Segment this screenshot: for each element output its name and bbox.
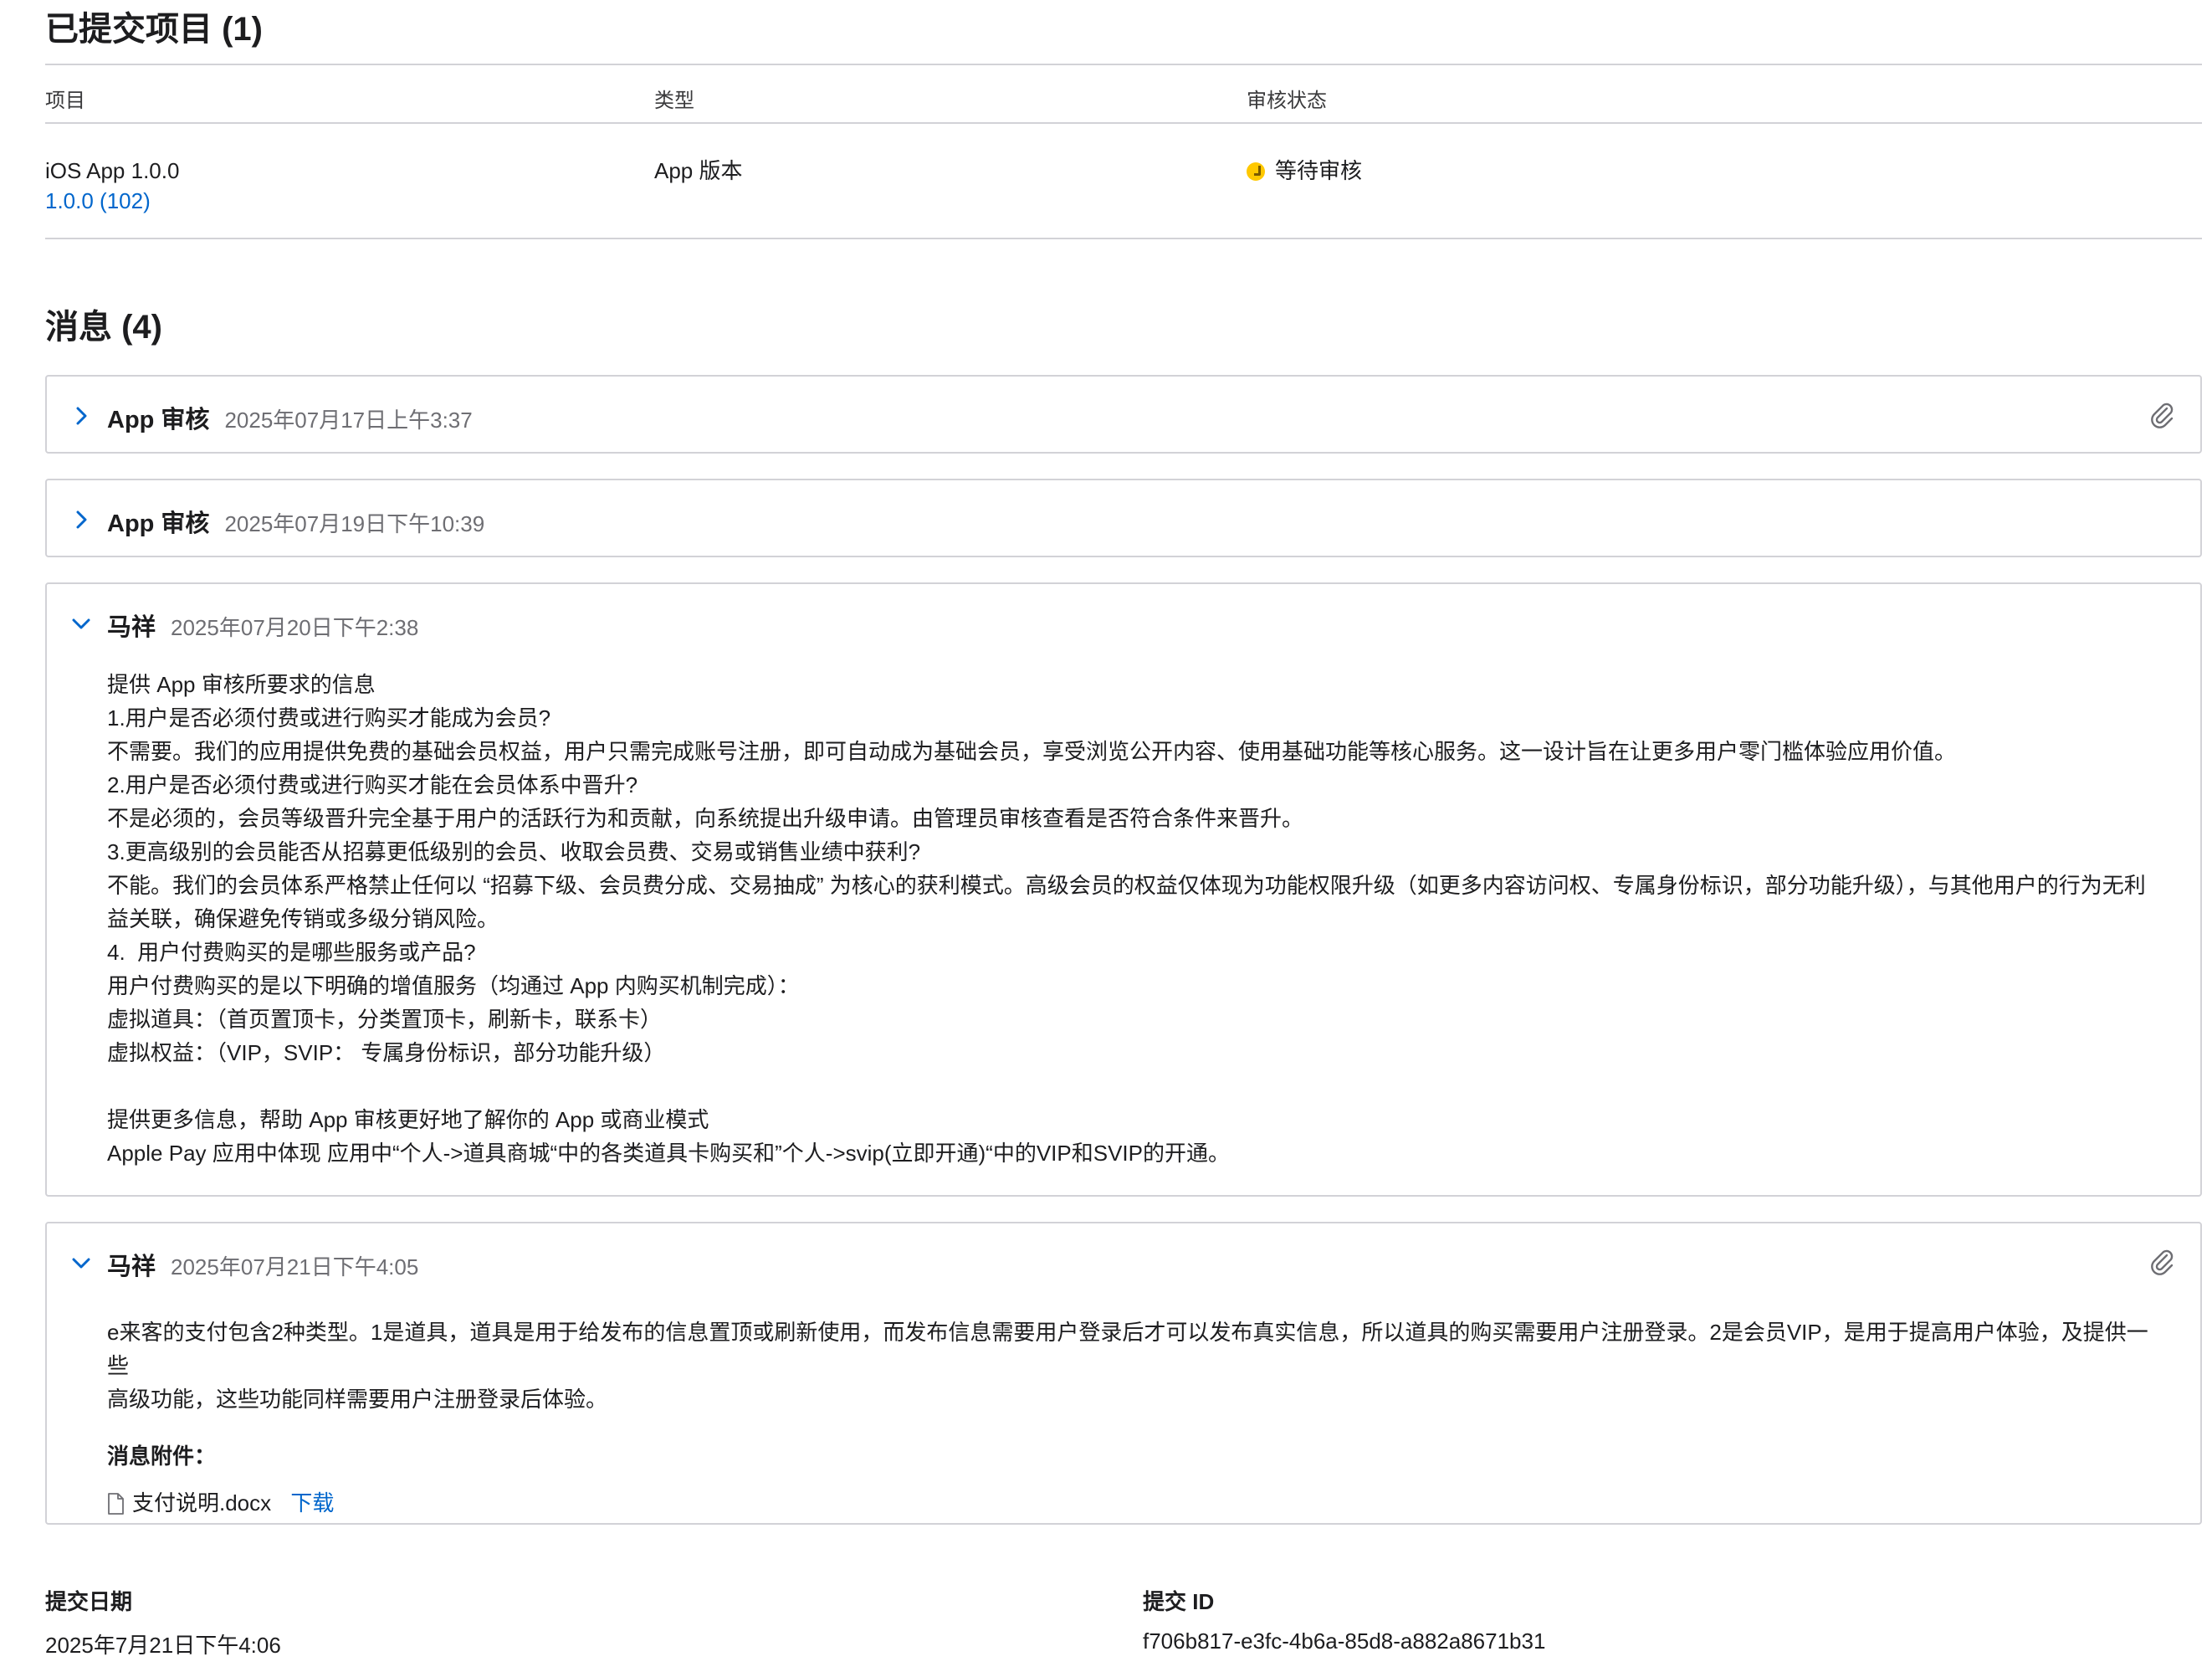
message-line: 提供更多信息，帮助 App 审核更好地了解你的 App 或商业模式 — [107, 1107, 709, 1132]
message-date: 2025年07月17日上午3:37 — [224, 408, 473, 433]
message-date: 2025年07月21日下午4:05 — [171, 1254, 419, 1280]
paperclip-icon — [2147, 1247, 2177, 1277]
message-card-3: 马祥 2025年07月20日下午2:38 提供 App 审核所要求的信息 1.用户… — [45, 582, 2202, 1197]
message-line: 4. 用户付费购买的是哪些服务或产品? — [107, 940, 476, 965]
chevron-right-icon[interactable] — [72, 510, 90, 529]
message-card-1: App 审核 2025年07月17日上午3:37 — [45, 375, 2202, 454]
message-line — [107, 1069, 2167, 1103]
message-body: e来客的支付包含2种类型。1是道具，道具是用于给发布的信息置顶或刷新使用，而发布… — [107, 1315, 2167, 1520]
clock-status-icon — [1247, 162, 1265, 181]
attachments-label: 消息附件： — [107, 1444, 217, 1469]
submission-date-label: 提交日期 — [45, 1589, 133, 1614]
submitted-items-table: 项目 类型 审核状态 iOS App 1.0.0 1.0.0 (102) App… — [45, 64, 2202, 239]
chevron-down-icon[interactable] — [72, 614, 90, 633]
message-author: 马祥 — [107, 614, 156, 641]
attachment-item: 支付说明.docx 下载 — [107, 1486, 2167, 1520]
table-row: iOS App 1.0.0 1.0.0 (102) App 版本 等待审核 — [45, 124, 2202, 239]
message-author: App 审核 — [107, 407, 210, 433]
column-header-status: 审核状态 — [1247, 90, 1327, 112]
message-line: 虚拟道具：（首页置顶卡，分类置顶卡，刷新卡，联系卡） — [107, 1007, 663, 1032]
message-header[interactable]: App 审核 2025年07月19日下午10:39 — [47, 480, 2200, 557]
chevron-down-icon[interactable] — [72, 1254, 90, 1272]
submission-id-label: 提交 ID — [1143, 1589, 1215, 1614]
table-header: 项目 类型 审核状态 — [45, 64, 2202, 124]
item-cell: iOS App 1.0.0 1.0.0 (102) — [45, 156, 179, 216]
message-author: App 审核 — [107, 510, 210, 537]
message-line: 用户付费购买的是以下明确的增值服务（均通过 App 内购买机制完成）： — [107, 973, 800, 998]
attachment-filename: 支付说明.docx — [132, 1490, 272, 1515]
submission-date-value: 2025年7月21日下午4:06 — [45, 1633, 281, 1658]
message-card-4: 马祥 2025年07月21日下午4:05 e来客的支付包含2种类型。1是道具，道具… — [45, 1222, 2202, 1525]
paperclip-icon — [2147, 400, 2177, 430]
message-line: 3.更高级别的会员能否从招募更低级别的会员、收取会员费、交易或销售业绩中获利? — [107, 839, 921, 864]
message-header[interactable]: App 审核 2025年07月17日上午3:37 — [47, 377, 2200, 454]
message-author: 马祥 — [107, 1254, 156, 1280]
message-line: Apple Pay 应用中体现 应用中“个人->道具商城“中的各类道具卡购买和”… — [107, 1141, 1230, 1166]
submission-page: 已提交项目 (1) 项目 类型 审核状态 iOS App 1.0.0 1.0.0… — [45, 0, 2202, 1677]
document-icon — [107, 1490, 124, 1515]
message-line: 益关联，确保避免传销或多级分销风险。 — [107, 906, 499, 931]
message-line: e来客的支付包含2种类型。1是道具，道具是用于给发布的信息置顶或刷新使用，而发布… — [107, 1320, 2148, 1378]
message-date: 2025年07月19日下午10:39 — [224, 511, 485, 536]
download-link[interactable]: 下载 — [290, 1490, 334, 1515]
status-cell: 等待审核 — [1247, 156, 1362, 186]
message-header[interactable]: 马祥 2025年07月20日下午2:38 — [47, 584, 2200, 661]
status-text: 等待审核 — [1275, 158, 1363, 183]
message-header[interactable]: 马祥 2025年07月21日下午4:05 — [47, 1223, 2200, 1300]
message-date: 2025年07月20日下午2:38 — [171, 615, 419, 640]
item-build-link[interactable]: 1.0.0 (102) — [45, 186, 179, 216]
message-line: 2.用户是否必须付费或进行购买才能在会员体系中晋升? — [107, 772, 638, 797]
message-line: 不是必须的，会员等级晋升完全基于用户的活跃行为和贡献，向系统提出升级申请。由管理… — [107, 806, 1304, 831]
message-line: 虚拟权益：（VIP，SVIP： 专属身份标识，部分功能升级） — [107, 1040, 666, 1065]
message-card-2: App 审核 2025年07月19日下午10:39 — [45, 479, 2202, 557]
chevron-right-icon[interactable] — [72, 407, 90, 425]
message-line: 1.用户是否必须付费或进行购买才能成为会员? — [107, 705, 551, 731]
message-line: 不需要。我们的应用提供免费的基础会员权益，用户只需完成账号注册，即可自动成为基础… — [107, 739, 1957, 764]
message-line: 提供 App 审核所要求的信息 — [107, 672, 376, 697]
message-line: 不能。我们的会员体系严格禁止任何以 “招募下级、会员费分成、交易抽成” 为核心的… — [107, 873, 2146, 898]
column-header-type: 类型 — [654, 90, 694, 112]
messages-title: 消息 (4) — [45, 309, 162, 346]
item-name: iOS App 1.0.0 — [45, 158, 180, 183]
column-header-item: 项目 — [45, 90, 85, 112]
message-body: 提供 App 审核所要求的信息 1.用户是否必须付费或进行购买才能成为会员? 不… — [107, 668, 2167, 1170]
message-line: 高级功能，这些功能同样需要用户注册登录后体验。 — [107, 1387, 608, 1412]
submission-id-value: f706b817-e3fc-4b6a-85d8-a882a8671b31 — [1143, 1628, 1546, 1654]
submitted-items-title: 已提交项目 (1) — [45, 11, 263, 48]
type-cell: App 版本 — [654, 158, 743, 183]
